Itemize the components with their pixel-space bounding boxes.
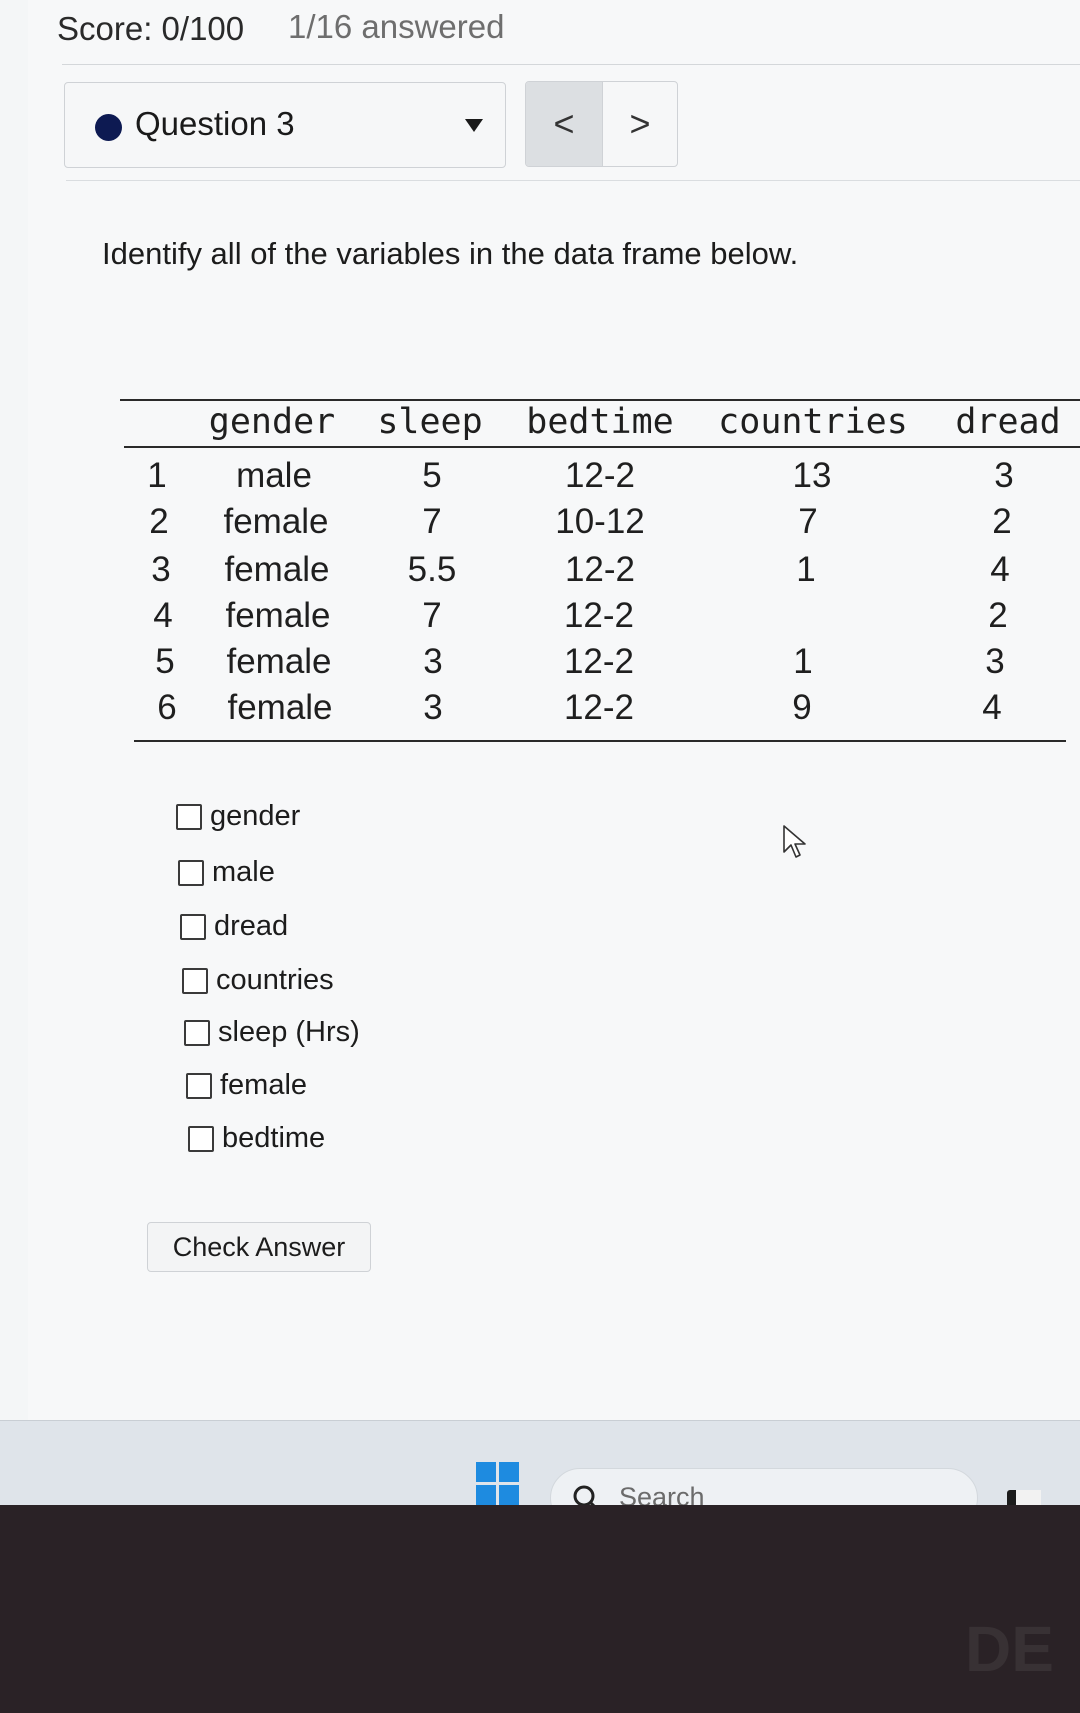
question-select[interactable]: Question 3 <box>64 82 506 168</box>
table-cell: 7 <box>422 596 442 635</box>
table-cell: 7 <box>798 502 818 541</box>
question-prompt: Identify all of the variables in the dat… <box>102 236 799 271</box>
checkbox[interactable] <box>180 913 206 940</box>
table-cell: 3 <box>423 688 443 727</box>
checkbox[interactable] <box>184 1019 210 1046</box>
checkbox[interactable] <box>176 803 202 830</box>
checkbox[interactable] <box>188 1125 214 1152</box>
row-index: 1 <box>147 456 167 495</box>
option-label: male <box>212 856 275 888</box>
checkbox[interactable] <box>186 1072 212 1099</box>
option-label: sleep (Hrs) <box>218 1016 360 1048</box>
checkbox[interactable] <box>182 967 208 994</box>
mouse-pointer-icon <box>783 825 806 858</box>
table-rule-top <box>120 399 1080 401</box>
left-gutter <box>0 0 29 1420</box>
search-icon <box>573 1485 596 1505</box>
table-cell: 5.5 <box>407 550 457 589</box>
caret-down-icon <box>465 119 483 132</box>
column-header: dread <box>955 402 1061 442</box>
search-placeholder: Search <box>619 1482 705 1505</box>
table-cell: 7 <box>422 502 442 541</box>
table-cell: female <box>225 596 331 635</box>
table-cell: 2 <box>988 596 1008 635</box>
column-header: sleep <box>377 402 483 442</box>
table-cell: 2 <box>992 502 1012 541</box>
question-status-icon <box>95 114 122 141</box>
windows-start-icon[interactable] <box>476 1462 520 1505</box>
table-rule-header <box>124 446 1080 448</box>
column-header: countries <box>718 402 908 442</box>
table-cell: 13 <box>792 456 832 495</box>
row-index: 2 <box>149 502 169 541</box>
option-label: female <box>220 1069 308 1101</box>
table-cell: 3 <box>994 456 1014 495</box>
previous-question-button[interactable]: < <box>526 82 603 166</box>
checkbox[interactable] <box>178 859 204 886</box>
check-answer-button[interactable]: Check Answer <box>147 1222 371 1272</box>
column-header: gender <box>208 402 336 442</box>
table-cell: 12-2 <box>563 596 635 635</box>
option-bedtime[interactable]: bedtime <box>188 1122 325 1155</box>
option-dread[interactable]: dread <box>180 910 288 943</box>
table-cell: 12-2 <box>564 456 636 495</box>
table-cell: 3 <box>985 642 1005 681</box>
question-select-label: Question 3 <box>135 105 295 142</box>
table-cell: 12-2 <box>563 642 635 681</box>
option-label: dread <box>214 910 289 942</box>
option-label: countries <box>216 964 334 996</box>
option-sleep[interactable]: sleep (Hrs) <box>184 1016 360 1049</box>
option-label: gender <box>210 800 301 832</box>
score-text: Score: 0/100 <box>57 10 245 47</box>
row-index: 5 <box>155 642 175 681</box>
question-nav: < > <box>525 81 678 167</box>
option-female[interactable]: female <box>186 1069 307 1102</box>
table-cell: 4 <box>990 550 1010 589</box>
divider <box>66 180 1080 181</box>
answered-count: 1/16 answered <box>288 8 505 45</box>
option-countries[interactable]: countries <box>182 964 334 997</box>
table-cell: 10-12 <box>555 502 645 541</box>
table-cell: female <box>227 688 333 727</box>
table-cell: 3 <box>423 642 443 681</box>
option-label: bedtime <box>222 1122 326 1154</box>
table-cell: 4 <box>982 688 1002 727</box>
table-cell: 12-2 <box>563 688 635 727</box>
taskbar-search[interactable]: Search <box>550 1468 978 1505</box>
column-header: bedtime <box>526 402 674 442</box>
screen: Score: 0/100 1/16 answered Question 3 < … <box>0 0 1080 1505</box>
app-icon[interactable] <box>1005 1486 1043 1505</box>
table-cell: male <box>236 456 312 495</box>
table-cell: 12-2 <box>564 550 636 589</box>
table-cell: 1 <box>796 550 816 589</box>
laptop-brand-logo: DE <box>965 1613 1054 1685</box>
next-question-button[interactable]: > <box>602 82 677 166</box>
option-gender[interactable]: gender <box>176 800 300 833</box>
option-male[interactable]: male <box>178 856 275 889</box>
table-cell: female <box>223 502 329 541</box>
row-index: 3 <box>151 550 171 589</box>
table-cell: female <box>226 642 332 681</box>
page <box>28 0 1080 1420</box>
table-rule-bottom <box>134 740 1066 742</box>
divider <box>62 64 1080 65</box>
row-index: 6 <box>157 688 177 727</box>
row-index: 4 <box>153 596 173 635</box>
table-cell: female <box>224 550 330 589</box>
table-cell: 5 <box>422 456 442 495</box>
table-cell: 1 <box>793 642 813 681</box>
table-cell: 9 <box>792 688 812 727</box>
